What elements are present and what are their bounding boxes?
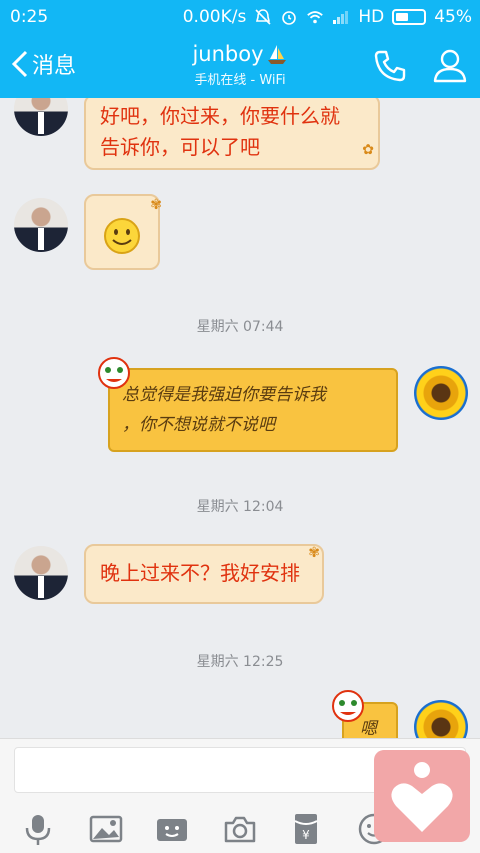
message-bubble-left[interactable]: 晚上过来不？我好安排 ✾ [84,544,324,604]
image-icon[interactable] [88,811,124,847]
wifi-icon [307,11,324,24]
chat-area[interactable]: 好吧，你过来，你要什么就 告诉你，可以了吧 ✿ ✾ 星期六 07:44 总觉得是… [0,98,480,738]
contact-avatar[interactable] [14,198,68,252]
status-right: 0.00K/s HD 45% [183,7,472,27]
alarm-icon [282,11,297,25]
mute-bell-icon [255,9,271,25]
back-label: 消息 [32,54,77,79]
smiley-emoji-icon [104,218,140,254]
back-button[interactable]: 消息 [10,48,76,80]
svg-text:¥: ¥ [302,828,310,842]
message-text: 总觉得是我强迫你要告诉我 [122,385,326,405]
chevron-left-icon [11,50,28,78]
network-type: HD [358,7,385,27]
stamp-decoration: ✿ [362,142,374,158]
top-bar: 0:25 0.00K/s HD 45% 消息 junboy 手机在线 - WiF… [0,0,480,98]
message-text: 晚上过来不？我好安排 [100,561,300,585]
my-avatar[interactable] [414,700,468,738]
battery-percent: 45% [434,7,472,27]
contact-name: junboy [192,42,264,66]
message-bubble-left[interactable]: 好吧，你过来，你要什么就 告诉你，可以了吧 ✿ [84,98,380,170]
timestamp: 星期六 07:44 [196,319,284,335]
floating-heart-button[interactable] [374,750,470,842]
page-title: junboy [192,42,287,66]
network-speed: 0.00K/s [182,7,247,27]
my-avatar[interactable] [414,366,468,420]
message-text: 告诉你，可以了吧 [100,135,260,159]
phone-icon[interactable] [372,48,408,84]
camera-icon[interactable] [222,811,258,847]
timestamp: 星期六 12:25 [196,654,284,670]
heart-person-icon [391,762,453,832]
video-icon[interactable] [154,811,190,847]
online-status: 手机在线 - WiFi [194,73,286,88]
title-block: junboy 手机在线 - WiFi [140,42,340,88]
contact-avatar[interactable] [14,98,68,136]
contact-avatar[interactable] [14,546,68,600]
red-packet-icon[interactable]: ¥ [288,811,324,847]
message-text: ，你不想说就不说吧 [122,415,275,435]
signal-icon [333,11,349,24]
mic-icon[interactable] [20,811,56,847]
profile-icon[interactable] [432,48,468,84]
message-text: 好吧，你过来，你要什么就 [100,104,340,128]
lion-head-icon [332,690,364,722]
status-time: 0:25 [10,7,49,27]
timestamp: 星期六 12:04 [196,499,284,515]
battery-icon [392,9,427,25]
status-bar: 0:25 0.00K/s HD 45% [0,0,480,34]
lion-decoration: ✾ [150,197,162,213]
sailboat-icon [267,45,286,64]
lion-head-icon [98,357,130,389]
lion-decoration: ✾ [308,545,320,561]
message-bubble-right[interactable]: 总觉得是我强迫你要告诉我 ，你不想说就不说吧 [108,368,398,452]
message-bubble-left[interactable]: ✾ [84,194,162,270]
nav-bar: 消息 junboy 手机在线 - WiFi [0,34,480,98]
